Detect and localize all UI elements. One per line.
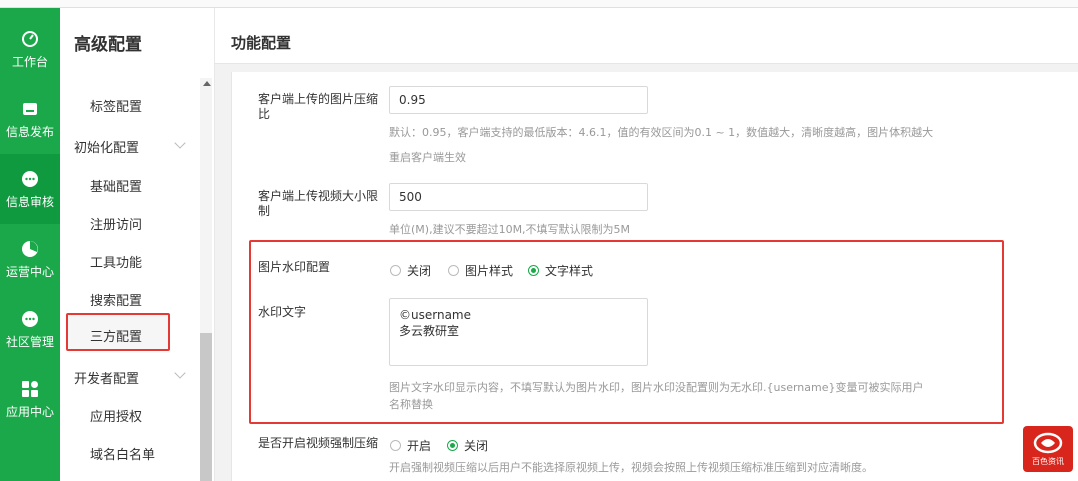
radio-icon	[390, 440, 401, 451]
swirl-logo-icon	[1033, 432, 1063, 454]
chevron-down-icon	[174, 137, 186, 149]
community-icon	[20, 309, 40, 329]
watermark-text-help-cont: 名称替换	[389, 398, 433, 411]
page-header: 功能配置	[215, 8, 1078, 64]
menu-item-tools[interactable]: 工具功能	[90, 252, 142, 271]
watermark-option-text[interactable]: 文字样式	[528, 262, 593, 279]
rail-item-apps[interactable]: 应用中心	[0, 364, 60, 434]
rail-item-publish[interactable]: 信息发布	[0, 84, 60, 154]
rail-label: 运营中心	[5, 265, 54, 279]
video-compress-option-on[interactable]: 开启	[390, 437, 431, 454]
video-size-label: 客户端上传视频大小限制	[258, 189, 379, 218]
video-size-help: 单位(M),建议不要超过10M,不填写默认限制为5M	[389, 223, 631, 236]
dashboard-icon	[20, 29, 40, 49]
watermark-text-area[interactable]: ©username 多云教研室	[389, 298, 648, 366]
menu-group-init[interactable]: 初始化配置	[74, 137, 139, 156]
video-compress-option-off[interactable]: 关闭	[447, 437, 488, 454]
rail-label: 信息审核	[5, 195, 54, 209]
submenu-title: 高级配置	[74, 35, 142, 55]
secondary-menu: 高级配置 标签配置 初始化配置 基础配置 注册访问 工具功能 搜索配置 三方配置…	[60, 8, 215, 481]
video-size-input[interactable]: 500	[389, 183, 648, 211]
publish-icon	[20, 99, 40, 119]
watermark-option-image[interactable]: 图片样式	[448, 262, 513, 279]
img-compress-label: 客户端上传的图片压缩比	[258, 92, 379, 121]
video-compress-help: 开启强制视频压缩以后用户不能选择原视频上传，视频会按照上传视频压缩标准压缩到对应…	[389, 461, 873, 474]
logo-text: 百色资讯	[1032, 457, 1064, 466]
rail-label: 应用中心	[5, 405, 54, 419]
chevron-down-icon	[174, 367, 186, 379]
menu-item-search[interactable]: 搜索配置	[90, 290, 142, 309]
watermark-config-label: 图片水印配置	[258, 260, 331, 274]
rail-label: 工作台	[11, 55, 48, 69]
site-watermark-logo: 百色资讯	[1023, 426, 1073, 472]
video-compress-label: 是否开启视频强制压缩	[258, 436, 379, 450]
radio-icon	[390, 265, 401, 276]
scroll-up-icon[interactable]	[203, 81, 211, 86]
watermark-text-help: 图片文字水印显示内容，不填写默认为图片水印，图片水印没配置则为无水印.{user…	[389, 381, 924, 394]
img-compress-help-restart: 重启客户端生效	[389, 151, 466, 164]
radio-icon	[448, 265, 459, 276]
menu-item-domain-whitelist[interactable]: 域名白名单	[90, 444, 155, 463]
watermark-text-label: 水印文字	[258, 305, 307, 319]
watermark-text-line1: ©username	[399, 308, 471, 322]
watermark-text-line2: 多云教研室	[399, 324, 460, 338]
rail-label: 社区管理	[5, 335, 54, 349]
operations-icon	[20, 239, 40, 259]
menu-item-thirdparty[interactable]: 三方配置	[90, 326, 142, 345]
img-compress-help: 默认：0.95，客户端支持的最低版本：4.6.1，值的有效区间为0.1 ~ 1，…	[389, 126, 934, 139]
rail-item-operations[interactable]: 运营中心	[0, 224, 60, 294]
radio-checked-icon	[447, 440, 458, 451]
menu-scrollbar-thumb[interactable]	[200, 333, 212, 481]
rail-item-review[interactable]: 信息审核	[0, 154, 60, 224]
rail-item-community[interactable]: 社区管理	[0, 294, 60, 364]
bookmark-bar	[0, 0, 1078, 8]
review-icon	[20, 169, 40, 189]
menu-item-register[interactable]: 注册访问	[90, 214, 142, 233]
menu-group-developer[interactable]: 开发者配置	[74, 368, 139, 387]
watermark-option-off[interactable]: 关闭	[390, 262, 431, 279]
menu-item-app-auth[interactable]: 应用授权	[90, 406, 142, 425]
apps-icon	[20, 379, 40, 399]
main-nav-rail: 工作台 信息发布 信息审核 运营中心 社区管理 应用中心	[0, 8, 60, 481]
radio-checked-icon	[528, 265, 539, 276]
rail-item-dashboard[interactable]: 工作台	[0, 14, 60, 84]
img-compress-input[interactable]: 0.95	[389, 86, 648, 114]
menu-item-basic[interactable]: 基础配置	[90, 176, 142, 195]
page-title: 功能配置	[231, 34, 292, 52]
rail-label: 信息发布	[5, 125, 54, 139]
menu-item-tag[interactable]: 标签配置	[90, 96, 142, 115]
